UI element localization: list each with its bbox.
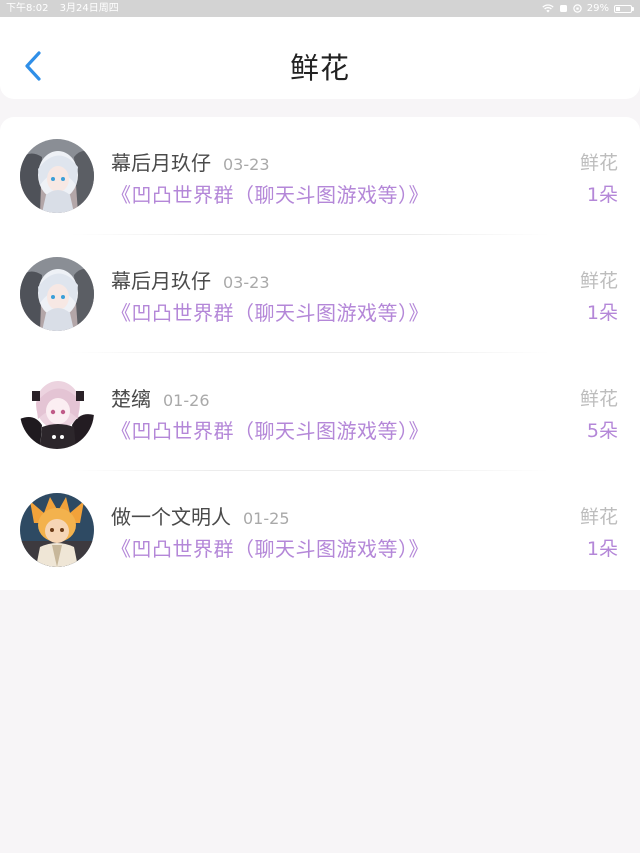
sender-name-text: 楚缡 — [111, 387, 151, 411]
avatar[interactable] — [20, 257, 94, 331]
sender-name-text: 做一个文明人 — [111, 505, 231, 529]
gift-name: 鲜花 — [579, 152, 618, 174]
list-item[interactable]: 幕后月玖仔 03-23 《凹凸世界群（聊天斗图游戏等）》 鲜花 1朵 — [0, 117, 640, 235]
battery-percent: 29% — [586, 3, 609, 14]
page-title: 鲜花 — [289, 51, 350, 85]
wifi-icon — [542, 4, 554, 13]
status-date: 3月24日周四 — [59, 3, 119, 14]
gift-count: 5朵 — [586, 420, 618, 442]
lock-icon — [559, 5, 567, 12]
anime-avatar-white-hair-icon — [20, 139, 94, 213]
avatar[interactable] — [20, 375, 94, 449]
gift-name: 鲜花 — [579, 388, 618, 410]
sender-name-text: 幕后月玖仔 — [111, 269, 211, 293]
sender-name: 幕后月玖仔 03-23 — [111, 265, 270, 294]
list-item[interactable]: 幕后月玖仔 03-23 《凹凸世界群（聊天斗图游戏等）》 鲜花 1朵 — [0, 235, 640, 353]
battery-fill — [616, 6, 620, 11]
send-date: 03-23 — [223, 273, 270, 292]
orientation-lock-icon — [573, 4, 582, 13]
group-name[interactable]: 《凹凸世界群（聊天斗图游戏等）》 — [111, 179, 429, 208]
sender-name: 楚缡 01-26 — [111, 383, 210, 412]
sender-name-text: 幕后月玖仔 — [111, 151, 211, 175]
gift-name: 鲜花 — [579, 506, 618, 528]
anime-avatar-orange-hair-icon — [20, 493, 94, 567]
gift-count: 1朵 — [586, 538, 618, 560]
avatar[interactable] — [20, 139, 94, 213]
group-name[interactable]: 《凹凸世界群（聊天斗图游戏等）》 — [111, 297, 429, 326]
list-item[interactable]: 做一个文明人 01-25 《凹凸世界群（聊天斗图游戏等）》 鲜花 1朵 — [0, 471, 640, 589]
anime-avatar-white-hair-icon — [20, 257, 94, 331]
status-left: 下午8:02 3月24日周四 — [6, 0, 127, 17]
group-name[interactable]: 《凹凸世界群（聊天斗图游戏等）》 — [111, 533, 429, 562]
battery-icon — [614, 4, 634, 13]
sender-name: 做一个文明人 01-25 — [111, 501, 290, 530]
gift-count: 1朵 — [586, 302, 618, 324]
sender-name: 幕后月玖仔 03-23 — [111, 147, 270, 176]
flower-record-list: 幕后月玖仔 03-23 《凹凸世界群（聊天斗图游戏等）》 鲜花 1朵 幕后月玖仔 0… — [0, 117, 640, 590]
status-time: 下午8:02 — [6, 3, 49, 14]
status-bar: 下午8:02 3月24日周四 29% — [0, 0, 640, 17]
group-name[interactable]: 《凹凸世界群（聊天斗图游戏等）》 — [111, 415, 429, 444]
send-date: 03-23 — [223, 155, 270, 174]
list-item[interactable]: 楚缡 01-26 《凹凸世界群（聊天斗图游戏等）》 鲜花 5朵 — [0, 353, 640, 471]
gift-name: 鲜花 — [579, 270, 618, 292]
nav-bar: 鲜花 — [0, 17, 640, 99]
send-date: 01-26 — [163, 391, 210, 410]
send-date: 01-25 — [243, 509, 290, 528]
avatar[interactable] — [20, 493, 94, 567]
gift-count: 1朵 — [586, 184, 618, 206]
status-right: 29% — [542, 0, 634, 17]
anime-avatar-pink-hair-icon — [20, 375, 94, 449]
